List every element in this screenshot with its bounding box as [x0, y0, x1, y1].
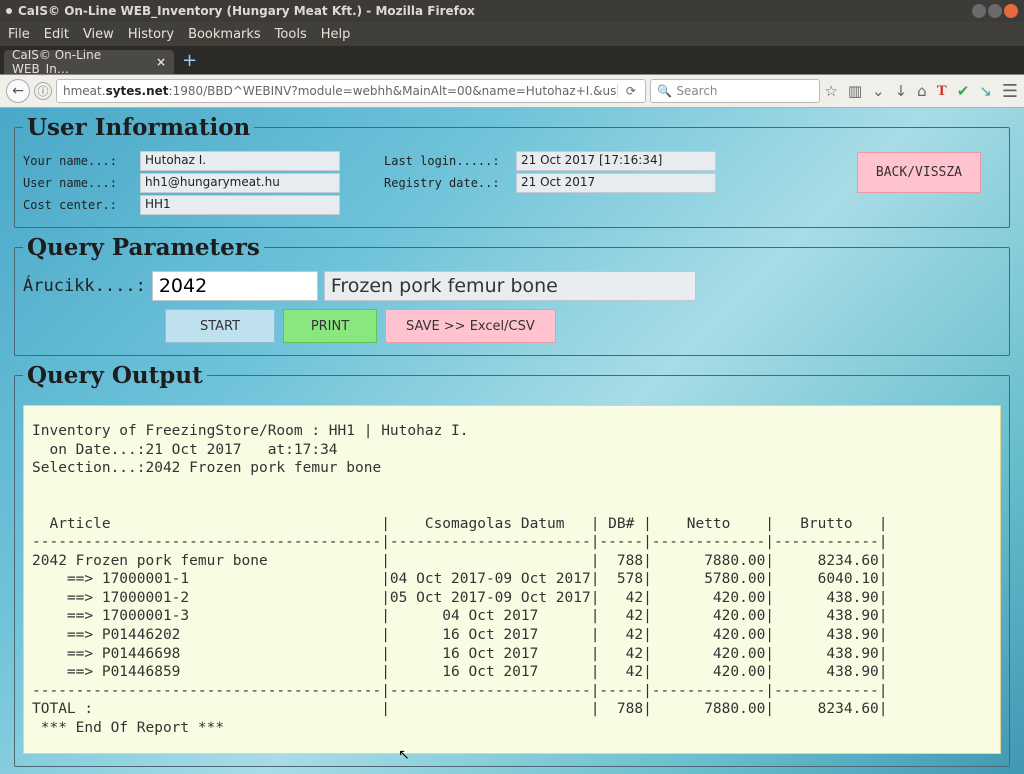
your-name-label: Your name...: [23, 154, 138, 168]
window-controls [972, 4, 1018, 18]
search-placeholder: Search [676, 84, 717, 98]
search-box[interactable]: 🔍 Search [650, 79, 820, 103]
cost-center-label: Cost center.: [23, 198, 138, 212]
menubar: File Edit View History Bookmarks Tools H… [0, 22, 1024, 46]
addon-arrow-icon[interactable]: ↘ [979, 82, 992, 100]
addon-t-icon[interactable]: T [937, 83, 947, 100]
os-titlebar: CaIS© On-Line WEB_Inventory (Hungary Mea… [0, 0, 1024, 22]
reload-icon[interactable]: ⟳ [617, 84, 639, 98]
registry-date-label: Registry date..: [384, 176, 514, 190]
navbar: ← ⓘ hmeat.sytes.net:1980/BBD^WEBINV?modu… [0, 74, 1024, 108]
start-button[interactable]: START [165, 309, 275, 343]
user-information-legend: User Information [23, 114, 254, 141]
menu-history[interactable]: History [128, 27, 174, 42]
new-tab-button[interactable]: + [174, 50, 205, 71]
window-title: CaIS© On-Line WEB_Inventory (Hungary Mea… [18, 4, 972, 18]
addon-check-icon[interactable]: ✔ [957, 82, 970, 100]
user-name-value: hh1@hungarymeat.hu [140, 173, 340, 193]
home-icon[interactable]: ⌂ [917, 82, 927, 100]
last-login-value: 21 Oct 2017 [17:16:34] [516, 151, 716, 171]
arucikk-label: Árucikk....: [23, 276, 146, 296]
url-bar[interactable]: hmeat.sytes.net:1980/BBD^WEBINV?module=w… [56, 79, 646, 103]
pocket-icon[interactable]: ⌄ [872, 82, 885, 100]
arucikk-description [324, 271, 696, 301]
url-suffix: :1980/BBD^WEBINV?module=webhh&MainAlt=00… [169, 84, 617, 98]
user-name-label: User name...: [23, 176, 138, 190]
menu-tools[interactable]: Tools [275, 27, 307, 42]
query-output-fieldset: ↖ Query Output Inventory of FreezingStor… [14, 362, 1010, 767]
query-output-legend: Query Output [23, 362, 207, 389]
bookmark-star-icon[interactable]: ☆ [824, 82, 837, 100]
back-vissza-button[interactable]: BACK/VISSZA [857, 152, 981, 193]
url-host: sytes.net [106, 84, 169, 98]
toolbar-icons: ☆ ▥ ⌄ ↓ ⌂ T ✔ ↘ [824, 82, 992, 100]
page-content: User Information Your name...: Hutohaz I… [0, 108, 1024, 774]
menu-edit[interactable]: Edit [44, 27, 69, 42]
search-icon: 🔍 [657, 84, 672, 98]
hamburger-menu-icon[interactable]: ☰ [1002, 81, 1018, 102]
nav-back-button[interactable]: ← [6, 79, 30, 103]
registry-date-value: 21 Oct 2017 [516, 173, 716, 193]
site-info-icon[interactable]: ⓘ [34, 82, 52, 100]
library-icon[interactable]: ▥ [848, 82, 862, 100]
menu-bookmarks[interactable]: Bookmarks [188, 27, 261, 42]
query-output-box: Inventory of FreezingStore/Room : HH1 | … [23, 405, 1001, 754]
arucikk-code-input[interactable] [152, 271, 318, 301]
menu-view[interactable]: View [83, 27, 114, 42]
last-login-label: Last login.....: [384, 154, 514, 168]
print-button[interactable]: PRINT [283, 309, 377, 343]
maximize-button[interactable] [988, 4, 1002, 18]
close-button[interactable] [1004, 4, 1018, 18]
tab-close-icon[interactable]: × [156, 55, 166, 69]
titlebar-dot-icon [6, 8, 12, 14]
browser-tab[interactable]: CaIS© On-Line WEB_In… × [4, 50, 174, 74]
your-name-value: Hutohaz I. [140, 151, 340, 171]
query-parameters-fieldset: Query Parameters Árucikk....: START PRIN… [14, 234, 1010, 356]
user-information-fieldset: User Information Your name...: Hutohaz I… [14, 114, 1010, 228]
url-prefix: hmeat. [63, 84, 106, 98]
menu-file[interactable]: File [8, 27, 30, 42]
tab-title: CaIS© On-Line WEB_In… [12, 48, 150, 76]
query-parameters-legend: Query Parameters [23, 234, 264, 261]
menu-help[interactable]: Help [321, 27, 351, 42]
tabstrip: CaIS© On-Line WEB_In… × + [0, 46, 1024, 74]
download-icon[interactable]: ↓ [895, 82, 908, 100]
save-excel-csv-button[interactable]: SAVE >> Excel/CSV [385, 309, 556, 343]
cost-center-value: HH1 [140, 195, 340, 215]
minimize-button[interactable] [972, 4, 986, 18]
